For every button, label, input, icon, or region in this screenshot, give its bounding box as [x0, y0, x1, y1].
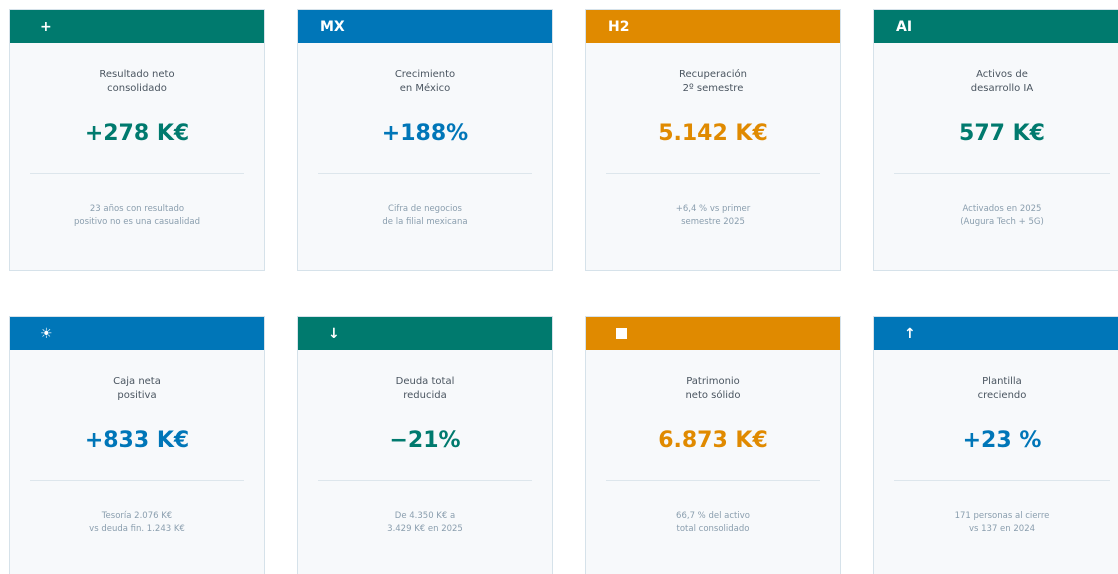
divider — [30, 480, 244, 481]
card-header: AI — [874, 10, 1118, 43]
card-label: Deuda total reducida — [395, 376, 455, 401]
card-label: Recuperación 2º semestre — [679, 69, 747, 94]
divider — [30, 173, 244, 174]
card-header: ☀ — [10, 317, 264, 350]
badge-text: H2 — [608, 18, 630, 35]
sun-icon: ☀ — [40, 325, 53, 342]
card-note: Activados en 2025 (Augura Tech + 5G) — [960, 204, 1044, 227]
badge-text: MX — [320, 18, 345, 35]
kpi-card-debt-reduced: ↓ Deuda total reducida −21% De 4.350 K€ … — [297, 316, 553, 574]
card-note: Cifra de negocios de la filial mexicana — [382, 204, 468, 227]
kpi-card-mexico-growth: MX Crecimiento en México +188% Cifra de … — [297, 9, 553, 271]
card-note: 23 años con resultado positivo no es una… — [74, 204, 200, 227]
divider — [606, 173, 820, 174]
card-value: +188% — [381, 121, 469, 146]
card-note: Tesoría 2.076 K€ vs deuda fin. 1.243 K€ — [89, 511, 185, 534]
plus-icon: + — [40, 18, 52, 35]
card-header: MX — [298, 10, 552, 43]
arrow-up-icon: ↑ — [904, 325, 916, 342]
card-label: Activos de desarrollo IA — [970, 69, 1034, 94]
card-label: Resultado neto consolidado — [99, 69, 175, 94]
kpi-card-headcount: ↑ Plantilla creciendo +23 % 171 personas… — [873, 316, 1118, 574]
card-note: 171 personas al cierre vs 137 en 2024 — [954, 511, 1050, 534]
card-value: 6.873 K€ — [658, 428, 768, 453]
divider — [318, 173, 532, 174]
card-value: 577 K€ — [959, 121, 1045, 146]
card-note: +6,4 % vs primer semestre 2025 — [675, 204, 751, 227]
divider — [894, 173, 1110, 174]
card-header: ↓ — [298, 317, 552, 350]
card-note: 66,7 % del activo total consolidado — [676, 511, 750, 534]
divider — [318, 480, 532, 481]
card-value: +278 K€ — [84, 121, 190, 146]
badge-text: AI — [896, 18, 913, 35]
card-value: +833 K€ — [84, 428, 190, 453]
card-label: Plantilla creciendo — [977, 376, 1027, 401]
kpi-card-h2-recovery: H2 Recuperación 2º semestre 5.142 K€ +6,… — [585, 9, 841, 271]
card-header — [586, 317, 840, 350]
arrow-down-icon: ↓ — [328, 325, 340, 342]
card-header: ↑ — [874, 317, 1118, 350]
kpi-card-net-result: + Resultado neto consolidado +278 K€ 23 … — [9, 9, 265, 271]
divider — [606, 480, 820, 481]
kpi-card-equity: Patrimonio neto sólido 6.873 K€ 66,7 % d… — [585, 316, 841, 574]
card-header: H2 — [586, 10, 840, 43]
kpi-card-ai-assets: AI Activos de desarrollo IA 577 K€ Activ… — [873, 9, 1118, 271]
card-label: Caja neta positiva — [113, 376, 161, 401]
card-label: Crecimiento en México — [394, 69, 456, 94]
card-value: −21% — [389, 428, 461, 453]
kpi-card-net-cash: ☀ Caja neta positiva +833 K€ Tesoría 2.0… — [9, 316, 265, 574]
square-icon — [616, 328, 627, 339]
card-value: +23 % — [962, 428, 1042, 453]
divider — [894, 480, 1110, 481]
card-label: Patrimonio neto sólido — [685, 376, 741, 401]
card-value: 5.142 K€ — [658, 121, 768, 146]
card-note: De 4.350 K€ a 3.429 K€ en 2025 — [387, 511, 463, 534]
card-header: + — [10, 10, 264, 43]
kpi-grid: + Resultado neto consolidado +278 K€ 23 … — [0, 0, 1118, 574]
